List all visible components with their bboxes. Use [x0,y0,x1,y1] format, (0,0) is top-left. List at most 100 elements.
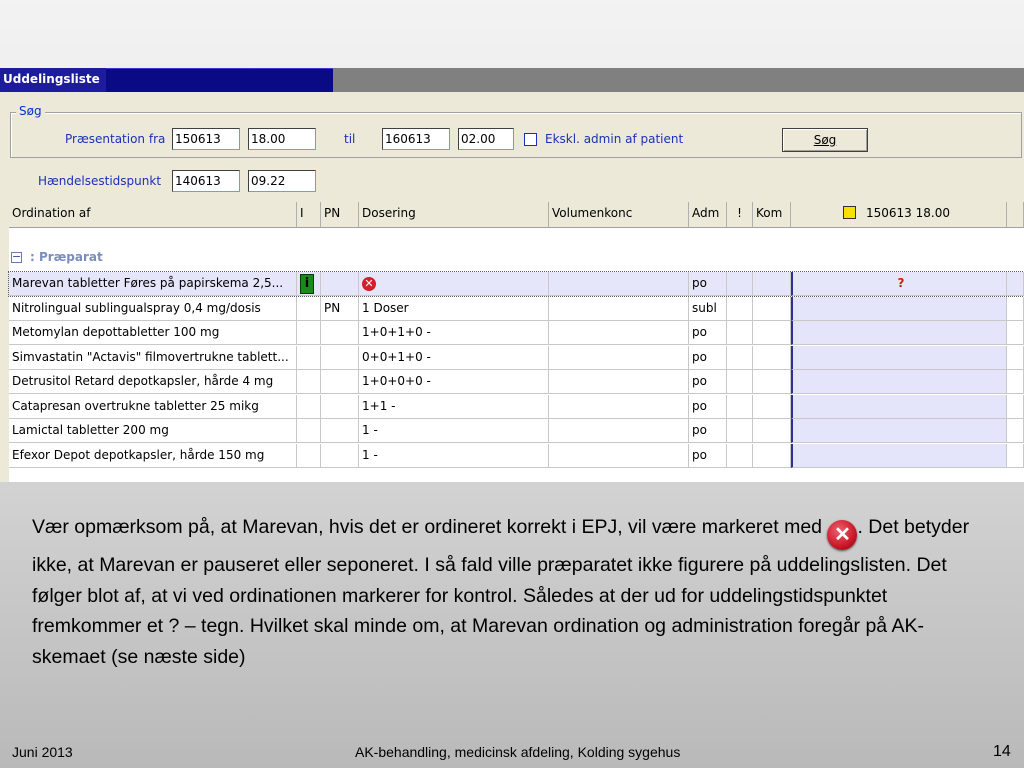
cell-excl[interactable] [727,370,753,394]
header-time-slot[interactable]: 150613 18.00 [791,202,1007,228]
cell-pn[interactable] [321,419,359,443]
header-volumenkonc[interactable]: Volumenkonc [549,202,689,228]
cell-excl[interactable] [727,272,753,296]
cell-i[interactable] [297,370,321,394]
cell-adm[interactable]: po [689,345,727,370]
cell-i[interactable] [297,296,321,321]
to-time-field[interactable]: 02.00 [458,128,514,150]
cell-volumenkonc[interactable] [549,272,689,296]
header-pn[interactable]: PN [321,202,359,228]
header-dosering[interactable]: Dosering [359,202,549,228]
cell-dosering[interactable]: 1+0+1+0 - [359,321,549,345]
cell-slot[interactable] [791,443,1007,468]
cell-dosering[interactable]: 0+0+1+0 - [359,345,549,370]
header-i[interactable]: I [297,202,321,228]
cell-volumenkonc[interactable] [549,321,689,345]
event-date-field[interactable]: 140613 [172,170,240,192]
cell-kom[interactable] [753,370,791,394]
header-ordination[interactable]: Ordination af [9,202,297,228]
cell-pn[interactable] [321,321,359,345]
from-time-field[interactable]: 18.00 [248,128,316,150]
cell-volumenkonc[interactable] [549,419,689,443]
cell-pn[interactable] [321,370,359,394]
cell-slot[interactable] [791,394,1007,419]
cell-kom[interactable] [753,296,791,321]
collapse-icon[interactable]: − [11,251,22,263]
info-icon[interactable]: i [300,274,314,294]
cell-volumenkonc[interactable] [549,345,689,370]
cell-volumenkonc[interactable] [549,296,689,321]
cell-i[interactable]: i [297,272,321,296]
to-date-field[interactable]: 160613 [382,128,450,150]
cell-pn[interactable] [321,394,359,419]
cell-ordination[interactable]: Nitrolingual sublingualspray 0,4 mg/dosi… [9,296,297,321]
cell-dosering[interactable]: ✕ [359,272,549,296]
cell-kom[interactable] [753,272,791,296]
cell-dosering[interactable]: 1+0+0+0 - [359,370,549,394]
cell-kom[interactable] [753,443,791,468]
cell-i[interactable] [297,394,321,419]
cell-i[interactable] [297,419,321,443]
table-row[interactable]: Detrusitol Retard depotkapsler, hårde 4 … [9,370,1024,394]
cell-slot[interactable] [791,296,1007,321]
cell-kom[interactable] [753,345,791,370]
cell-kom[interactable] [753,394,791,419]
cell-adm[interactable]: po [689,394,727,419]
cell-adm[interactable]: po [689,419,727,443]
cell-excl[interactable] [727,419,753,443]
cell-kom[interactable] [753,419,791,443]
cell-ordination[interactable]: Detrusitol Retard depotkapsler, hårde 4 … [9,370,297,394]
cell-ordination[interactable]: Marevan tabletter Føres på papirskema 2,… [9,272,297,296]
cell-ordination[interactable]: Simvastatin "Actavis" filmovertrukne tab… [9,345,297,370]
cell-adm[interactable]: po [689,321,727,345]
cell-excl[interactable] [727,394,753,419]
cell-i[interactable] [297,443,321,468]
cell-adm[interactable]: po [689,443,727,468]
table-row[interactable]: Nitrolingual sublingualspray 0,4 mg/dosi… [9,296,1024,321]
cell-excl[interactable] [727,296,753,321]
cell-dosering[interactable]: 1 - [359,419,549,443]
cell-ordination[interactable]: Lamictal tabletter 200 mg [9,419,297,443]
cell-dosering[interactable]: 1 Doser [359,296,549,321]
table-row[interactable]: Catapresan overtrukne tabletter 25 mikg 1… [9,394,1024,419]
cell-excl[interactable] [727,321,753,345]
cell-kom[interactable] [753,321,791,345]
cell-dosering[interactable]: 1 - [359,443,549,468]
cell-ordination[interactable]: Efexor Depot depotkapsler, hårde 150 mg [9,443,297,468]
table-row[interactable]: Marevan tabletter Føres på papirskema 2,… [8,271,1024,297]
event-time-field[interactable]: 09.22 [248,170,316,192]
cell-excl[interactable] [727,345,753,370]
cell-pn[interactable] [321,443,359,468]
table-row[interactable]: Simvastatin "Actavis" filmovertrukne tab… [9,345,1024,370]
cell-adm[interactable]: po [689,272,727,296]
cell-i[interactable] [297,321,321,345]
cell-slot[interactable] [791,419,1007,443]
exclude-admin-checkbox[interactable] [524,133,537,146]
cell-slot[interactable] [791,321,1007,345]
cell-dosering[interactable]: 1+1 - [359,394,549,419]
cell-slot[interactable] [791,345,1007,370]
table-row[interactable]: Lamictal tabletter 200 mg 1 - po [9,419,1024,443]
from-date-field[interactable]: 150613 [172,128,240,150]
cell-adm[interactable]: subl [689,296,727,321]
cell-ordination[interactable]: Metomylan depottabletter 100 mg [9,321,297,345]
table-row[interactable]: Efexor Depot depotkapsler, hårde 150 mg 1… [9,443,1024,468]
cell-volumenkonc[interactable] [549,394,689,419]
cell-slot[interactable]: ? [791,272,1007,296]
cell-volumenkonc[interactable] [549,370,689,394]
cell-pn[interactable] [321,345,359,370]
header-exclamation[interactable]: ! [727,202,753,228]
cell-scroll [1007,296,1024,321]
cell-adm[interactable]: po [689,370,727,394]
header-adm[interactable]: Adm [689,202,727,228]
table-row[interactable]: Metomylan depottabletter 100 mg 1+0+1+0 -… [9,321,1024,345]
cell-excl[interactable] [727,443,753,468]
cell-slot[interactable] [791,370,1007,394]
cell-ordination[interactable]: Catapresan overtrukne tabletter 25 mikg [9,394,297,419]
cell-i[interactable] [297,345,321,370]
cell-pn[interactable]: PN [321,296,359,321]
cell-pn[interactable] [321,272,359,296]
cell-volumenkonc[interactable] [549,443,689,468]
header-kom[interactable]: Kom [753,202,791,228]
search-button[interactable]: Søg [782,128,868,152]
